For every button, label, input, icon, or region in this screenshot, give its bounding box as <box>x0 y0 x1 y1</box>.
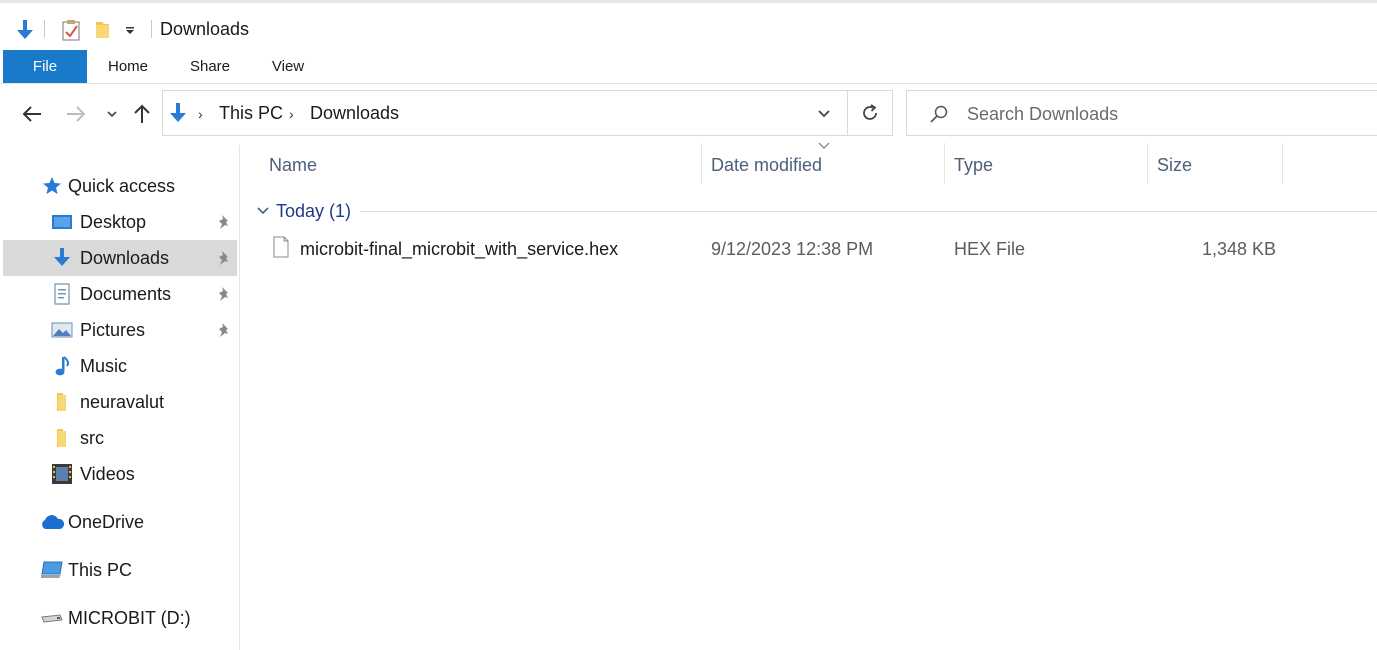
sort-caret-icon <box>818 142 830 149</box>
breadcrumb-chevron-icon[interactable]: › <box>289 106 294 122</box>
toolbar-separator <box>151 20 152 38</box>
column-separator[interactable] <box>1282 143 1283 184</box>
back-button[interactable] <box>18 96 46 132</box>
tab-share[interactable]: Share <box>178 50 242 83</box>
file-name: microbit-final_microbit_with_service.hex <box>300 239 619 259</box>
customize-toolbar-chevron-icon[interactable] <box>122 17 138 43</box>
sidebar-item-downloads[interactable]: Downloads <box>3 240 237 276</box>
window-title: Downloads <box>160 19 250 39</box>
search-icon <box>930 105 948 123</box>
column-header-type[interactable]: Type <box>954 155 993 193</box>
group-label: Today (1) <box>276 200 352 221</box>
music-note-icon <box>51 356 73 376</box>
desktop-icon <box>51 212 73 232</box>
sidebar-item-neuravalut[interactable]: neuravalut <box>3 384 237 420</box>
tab-view[interactable]: View <box>258 50 318 83</box>
address-dropdown-icon[interactable] <box>817 109 831 119</box>
download-arrow-icon[interactable] <box>14 17 36 43</box>
group-header-today[interactable]: Today (1) <box>256 200 351 222</box>
chevron-down-icon[interactable] <box>256 206 270 216</box>
up-button[interactable] <box>130 96 154 132</box>
breadcrumb-chevron-icon[interactable]: › <box>198 106 203 122</box>
download-arrow-icon <box>51 248 73 268</box>
documents-icon <box>51 283 73 305</box>
ribbon-tabs: File Home Share View <box>0 50 1377 84</box>
sidebar-quick-access-label: Quick access <box>68 176 176 196</box>
breadcrumb-downloads[interactable]: Downloads <box>310 103 399 124</box>
computer-icon <box>39 560 65 580</box>
column-separator[interactable] <box>701 143 702 184</box>
arrow-up-icon <box>134 104 150 123</box>
column-separator[interactable] <box>944 143 945 184</box>
sidebar-item-desktop[interactable]: Desktop <box>3 204 237 240</box>
tab-file[interactable]: File <box>3 50 87 83</box>
title-bar: Downloads <box>0 0 1377 50</box>
sidebar-item-videos[interactable]: Videos <box>3 456 237 492</box>
forward-button[interactable] <box>62 96 90 132</box>
sidebar-item-label: Documents <box>80 284 172 304</box>
sidebar-item-label: Downloads <box>80 248 170 268</box>
group-divider <box>360 211 1377 212</box>
star-icon <box>41 176 63 196</box>
refresh-icon[interactable] <box>860 103 880 123</box>
sidebar-item-this-pc[interactable]: This PC <box>3 552 237 588</box>
file-size: 1,348 KB <box>1202 239 1277 259</box>
sidebar-item-label: MICROBIT (D:) <box>68 608 191 628</box>
properties-icon[interactable] <box>60 17 82 43</box>
pictures-icon <box>51 320 73 340</box>
toolbar-separator <box>44 20 45 38</box>
sidebar-quick-access[interactable]: Quick access <box>3 168 237 204</box>
file-type: HEX File <box>954 239 1026 259</box>
file-row[interactable]: microbit-final_microbit_with_service.hex… <box>262 232 1377 266</box>
recent-locations-button[interactable] <box>102 96 122 132</box>
pin-icon[interactable] <box>217 214 231 230</box>
sidebar-item-microbit-drive[interactable]: MICROBIT (D:) <box>3 600 237 636</box>
folder-icon <box>51 428 73 448</box>
usb-drive-icon <box>39 608 65 628</box>
file-icon <box>273 236 289 258</box>
tab-home[interactable]: Home <box>96 50 160 83</box>
address-divider <box>847 91 848 135</box>
sidebar-item-label: Pictures <box>80 320 146 340</box>
film-icon <box>51 464 73 484</box>
sidebar-item-label: Desktop <box>80 212 147 232</box>
navigation-pane: Quick access Desktop Downloads Documents… <box>0 145 240 650</box>
column-header-name[interactable]: Name <box>269 155 317 193</box>
sidebar-item-label: Music <box>80 356 128 376</box>
cloud-icon <box>39 512 65 532</box>
search-input[interactable]: Search Downloads <box>967 104 1118 125</box>
sidebar-item-label: Videos <box>80 464 135 484</box>
sidebar-item-label: src <box>80 428 104 448</box>
sidebar-item-label: OneDrive <box>68 512 145 532</box>
breadcrumb-this-pc[interactable]: This PC <box>219 103 283 124</box>
sidebar-item-pictures[interactable]: Pictures <box>3 312 237 348</box>
pin-icon[interactable] <box>217 286 231 302</box>
chevron-down-icon <box>107 111 117 118</box>
new-folder-icon[interactable] <box>92 17 114 43</box>
pin-icon[interactable] <box>217 322 231 338</box>
file-date-modified: 9/12/2023 12:38 PM <box>711 239 874 259</box>
sidebar-item-onedrive[interactable]: OneDrive <box>3 504 237 540</box>
folder-icon <box>51 392 73 412</box>
pin-icon[interactable] <box>217 250 231 266</box>
column-header-size[interactable]: Size <box>1157 155 1192 193</box>
column-header-date-modified[interactable]: Date modified <box>711 155 822 193</box>
column-separator[interactable] <box>1147 143 1148 184</box>
sidebar-item-documents[interactable]: Documents <box>3 276 237 312</box>
sidebar-item-label: neuravalut <box>80 392 165 412</box>
download-arrow-icon <box>170 103 186 122</box>
sidebar-item-music[interactable]: Music <box>3 348 237 384</box>
arrow-left-icon <box>22 106 41 122</box>
arrow-right-icon <box>67 106 86 122</box>
search-box[interactable]: Search Downloads <box>906 90 1377 136</box>
sidebar-item-label: This PC <box>68 560 133 580</box>
address-bar[interactable]: › This PC › Downloads <box>162 90 893 136</box>
sidebar-item-src[interactable]: src <box>3 420 237 456</box>
